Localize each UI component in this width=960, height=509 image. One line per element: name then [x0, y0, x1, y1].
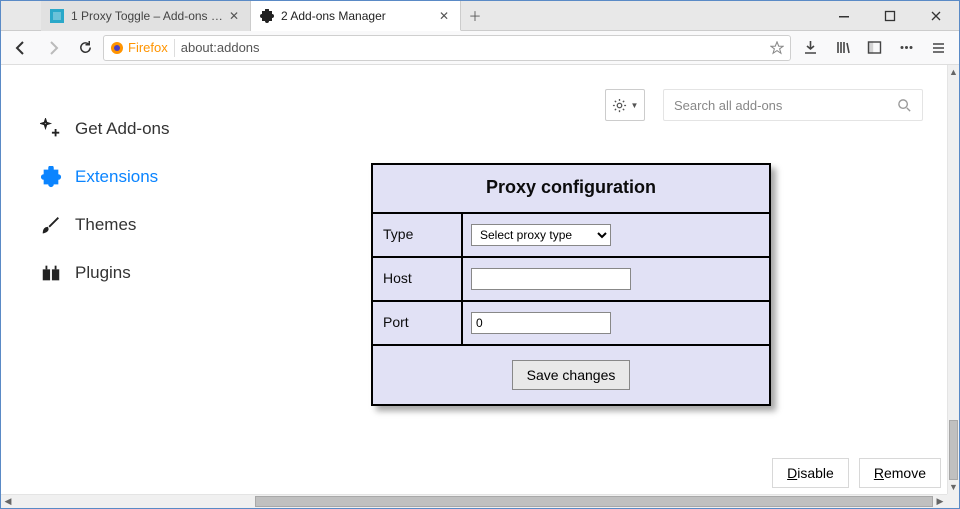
- plugin-brick-icon: [39, 261, 63, 285]
- disable-button-rest: isable: [797, 465, 834, 481]
- bookmark-star-icon[interactable]: [770, 41, 784, 55]
- navigation-toolbar: Firefox about:addons: [1, 31, 959, 65]
- minimize-button[interactable]: [821, 1, 867, 30]
- new-tab-button[interactable]: ＋: [461, 1, 489, 30]
- firefox-brand: Firefox: [110, 40, 168, 55]
- tools-gear-button[interactable]: ▼: [605, 89, 645, 121]
- search-addons-input[interactable]: Search all add-ons: [663, 89, 923, 121]
- scroll-track[interactable]: [948, 79, 959, 480]
- proxy-row-host: Host: [373, 258, 769, 302]
- proxy-type-label: Type: [373, 214, 463, 256]
- proxy-row-type: Type Select proxy type: [373, 214, 769, 258]
- back-button[interactable]: [7, 35, 35, 61]
- category-sidebar: Get Add-ons Extensions Themes Plugins: [39, 105, 170, 297]
- firefox-brand-text: Firefox: [128, 40, 168, 55]
- scroll-left-arrow-icon[interactable]: ◀: [1, 495, 15, 508]
- hscroll-thumb[interactable]: [255, 496, 933, 507]
- tab-addons-manager[interactable]: 2 Add-ons Manager ✕: [251, 1, 461, 31]
- tab-label-text: Add-ons Manager: [290, 9, 385, 23]
- sidebar-item-get-addons[interactable]: Get Add-ons: [39, 105, 170, 153]
- gear-icon: [612, 98, 627, 113]
- horizontal-scrollbar[interactable]: ◀ ▶: [1, 494, 947, 508]
- proxy-config-panel: Proxy configuration Type Select proxy ty…: [371, 163, 771, 406]
- tab-index: 2: [281, 9, 288, 23]
- tab-label: 2 Add-ons Manager: [281, 9, 436, 23]
- overflow-icon[interactable]: [891, 35, 921, 61]
- scroll-up-arrow-icon[interactable]: ▲: [948, 65, 959, 79]
- scroll-right-arrow-icon[interactable]: ▶: [933, 495, 947, 508]
- close-window-button[interactable]: [913, 1, 959, 30]
- disable-button[interactable]: Disable: [772, 458, 849, 488]
- sidebar-toggle-icon[interactable]: [859, 35, 889, 61]
- scroll-corner: [947, 494, 959, 508]
- url-text: about:addons: [181, 40, 764, 55]
- tab-close-icon[interactable]: ✕: [436, 9, 452, 23]
- proxy-host-input[interactable]: [471, 268, 631, 290]
- scroll-down-arrow-icon[interactable]: ▼: [948, 480, 959, 494]
- forward-button[interactable]: [39, 35, 67, 61]
- sidebar-item-plugins[interactable]: Plugins: [39, 249, 170, 297]
- search-icon: [897, 98, 912, 113]
- puzzle-icon: [39, 165, 63, 189]
- urlbar-separator: [174, 39, 175, 57]
- proxy-save-row: Save changes: [373, 346, 769, 404]
- proxy-panel-title: Proxy configuration: [373, 165, 769, 214]
- tab-proxy-toggle[interactable]: 1 Proxy Toggle – Add-ons for Firefox ✕: [41, 1, 251, 31]
- hamburger-menu-icon[interactable]: [923, 35, 953, 61]
- tab-label-text: Proxy Toggle – Add-ons for Firefox: [81, 9, 226, 23]
- sidebar-item-themes[interactable]: Themes: [39, 201, 170, 249]
- paintbrush-icon: [39, 213, 63, 237]
- window-controls: [821, 1, 959, 30]
- firefox-icon: [110, 41, 124, 55]
- window-titlebar: 1 Proxy Toggle – Add-ons for Firefox ✕ 2…: [1, 1, 959, 31]
- sidebar-item-label: Extensions: [75, 167, 158, 187]
- remove-button-rest: emove: [884, 465, 926, 481]
- reload-button[interactable]: [71, 35, 99, 61]
- tab-strip: 1 Proxy Toggle – Add-ons for Firefox ✕ 2…: [1, 1, 489, 30]
- tab-favicon-proxy: [49, 8, 65, 24]
- top-right-controls: ▼ Search all add-ons: [605, 89, 923, 121]
- save-changes-button[interactable]: Save changes: [512, 360, 631, 390]
- addon-action-buttons: Disable Remove: [772, 458, 941, 488]
- sidebar-item-label: Get Add-ons: [75, 119, 170, 139]
- search-placeholder: Search all add-ons: [674, 98, 782, 113]
- downloads-icon[interactable]: [795, 35, 825, 61]
- library-icon[interactable]: [827, 35, 857, 61]
- proxy-type-select[interactable]: Select proxy type: [471, 224, 611, 246]
- proxy-row-port: Port: [373, 302, 769, 346]
- toolbar-icons: [795, 35, 953, 61]
- sidebar-item-label: Plugins: [75, 263, 131, 283]
- tab-index: 1: [71, 9, 78, 23]
- sparkle-plus-icon: [39, 117, 63, 141]
- proxy-port-label: Port: [373, 302, 463, 344]
- proxy-host-label: Host: [373, 258, 463, 300]
- url-bar[interactable]: Firefox about:addons: [103, 35, 791, 61]
- chevron-down-icon: ▼: [631, 101, 639, 110]
- addons-content: ▼ Search all add-ons Get Add-ons Extensi…: [1, 65, 947, 494]
- puzzle-icon: [259, 8, 275, 24]
- hscroll-track[interactable]: [15, 495, 933, 508]
- remove-button[interactable]: Remove: [859, 458, 941, 488]
- sidebar-item-label: Themes: [75, 215, 136, 235]
- tab-label: 1 Proxy Toggle – Add-ons for Firefox: [71, 9, 226, 23]
- sidebar-item-extensions[interactable]: Extensions: [39, 153, 170, 201]
- content-wrap: ▼ Search all add-ons Get Add-ons Extensi…: [1, 65, 959, 508]
- proxy-port-input[interactable]: [471, 312, 611, 334]
- maximize-button[interactable]: [867, 1, 913, 30]
- tab-close-icon[interactable]: ✕: [226, 9, 242, 23]
- vertical-scrollbar[interactable]: ▲ ▼: [947, 65, 959, 494]
- scroll-thumb[interactable]: [949, 420, 958, 480]
